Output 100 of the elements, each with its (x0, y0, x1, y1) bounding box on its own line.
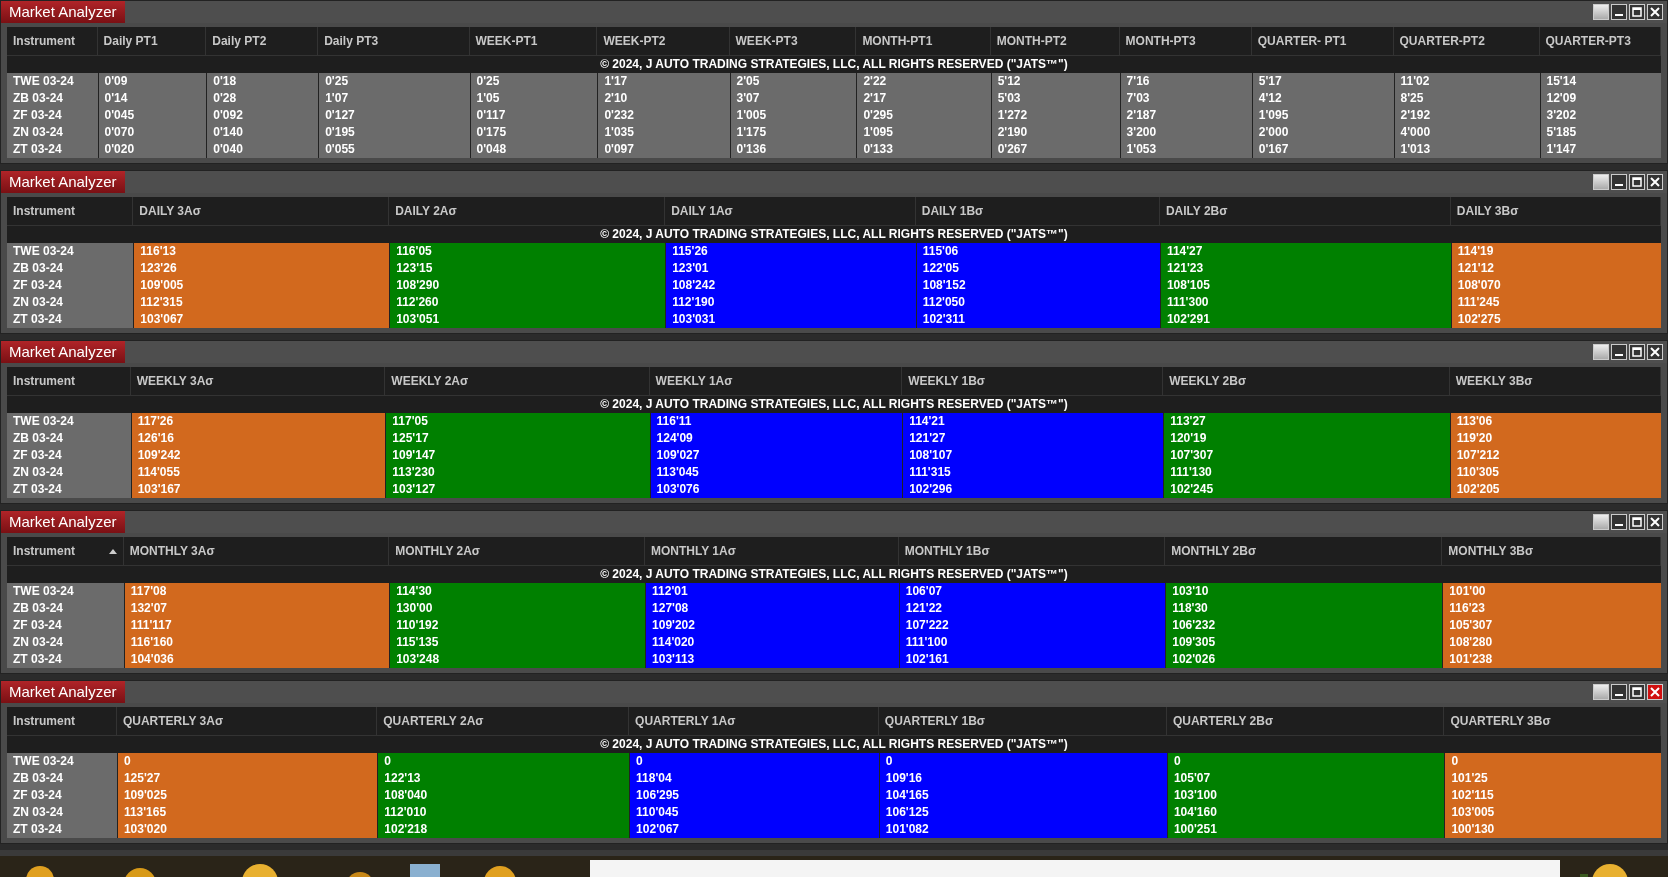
table-cell: 0'045 (97, 107, 207, 124)
table-cell: 108'040 (377, 787, 630, 804)
table-cell: 121'12 (1450, 260, 1661, 277)
table-cell: 108'107 (902, 447, 1164, 464)
table-cell: 0'070 (97, 124, 207, 141)
column-header[interactable]: Instrument (7, 367, 131, 396)
table-cell: 122'13 (377, 770, 630, 787)
column-header[interactable]: DAILY 2Aσ (389, 197, 666, 226)
column-header[interactable]: MONTHLY 1Bσ (898, 537, 1166, 566)
column-header[interactable]: MONTHLY 3Aσ (123, 537, 390, 566)
table-cell: 116'160 (123, 634, 390, 651)
column-header[interactable]: QUARTERLY 3Aσ (116, 707, 378, 736)
minimize-icon (1615, 14, 1623, 16)
instrument-cell: ZN 03-24 (7, 464, 131, 481)
column-header[interactable]: QUARTER-PT3 (1539, 27, 1661, 56)
table-cell: 114'21 (902, 413, 1164, 430)
table-cell: 3'07 (729, 90, 857, 107)
column-header[interactable]: QUARTER-PT2 (1393, 27, 1540, 56)
table-cell: 103'051 (389, 311, 666, 328)
column-header[interactable]: MONTH-PT3 (1119, 27, 1252, 56)
minimize-button[interactable] (1611, 684, 1627, 700)
table-cell: 0'14 (97, 90, 207, 107)
column-header[interactable]: DAILY 3Bσ (1450, 197, 1661, 226)
maximize-icon (1631, 176, 1643, 188)
table-cell: 102'205 (1449, 481, 1661, 498)
table-cell: 102'067 (629, 821, 879, 838)
maximize-button[interactable] (1629, 684, 1645, 700)
column-header[interactable]: QUARTERLY 3Bσ (1444, 707, 1661, 736)
column-header[interactable]: MONTHLY 2Bσ (1165, 537, 1443, 566)
column-header[interactable]: Instrument (7, 197, 134, 226)
column-header[interactable]: WEEKLY 2Bσ (1163, 367, 1450, 396)
column-header[interactable]: MONTHLY 3Bσ (1442, 537, 1661, 566)
maximize-button[interactable] (1629, 174, 1645, 190)
table-cell: 111'130 (1163, 464, 1450, 481)
column-header[interactable]: QUARTERLY 2Bσ (1166, 707, 1445, 736)
table-cell: 108'290 (389, 277, 666, 294)
column-header[interactable]: WEEK-PT1 (469, 27, 598, 56)
table-cell: 5'03 (990, 90, 1120, 107)
column-header[interactable]: WEEK-PT2 (597, 27, 730, 56)
minimize-button[interactable] (1611, 344, 1627, 360)
table-cell: 0 (1444, 753, 1661, 770)
table-cell: 103'167 (130, 481, 386, 498)
column-header[interactable]: QUARTERLY 1Aσ (629, 707, 879, 736)
table-cell: 1'07 (318, 90, 470, 107)
close-button[interactable] (1647, 344, 1663, 360)
table-cell: 101'25 (1444, 770, 1661, 787)
close-button[interactable] (1647, 4, 1663, 20)
column-header[interactable]: MONTH-PT1 (856, 27, 991, 56)
column-header[interactable]: MONTHLY 1Aσ (645, 537, 899, 566)
table-cell: 104'160 (1166, 804, 1445, 821)
maximize-icon (1631, 346, 1643, 358)
instrument-cell: ZN 03-24 (7, 634, 124, 651)
minimize-button[interactable] (1611, 174, 1627, 190)
column-header[interactable]: QUARTERLY 1Bσ (878, 707, 1167, 736)
column-header[interactable]: DAILY 1Bσ (915, 197, 1160, 226)
column-header[interactable]: WEEKLY 3Aσ (130, 367, 386, 396)
column-header[interactable]: DAILY 3Aσ (133, 197, 390, 226)
column-header[interactable]: Daily PT3 (318, 27, 470, 56)
instrument-cell: ZF 03-24 (7, 447, 131, 464)
column-header[interactable]: MONTH-PT2 (990, 27, 1120, 56)
table-cell: 0'127 (318, 107, 470, 124)
column-header[interactable]: WEEKLY 1Aσ (649, 367, 903, 396)
column-header[interactable]: QUARTER- PT1 (1251, 27, 1394, 56)
column-header[interactable]: WEEKLY 2Aσ (385, 367, 650, 396)
column-header[interactable]: WEEKLY 3Bσ (1449, 367, 1661, 396)
column-header[interactable]: MONTHLY 2Aσ (389, 537, 646, 566)
column-header[interactable]: DAILY 2Bσ (1159, 197, 1451, 226)
maximize-button[interactable] (1629, 344, 1645, 360)
close-icon (1649, 516, 1661, 528)
table-cell: 2'17 (856, 90, 991, 107)
table-cell: 102'026 (1165, 651, 1443, 668)
column-header[interactable]: Daily PT1 (97, 27, 207, 56)
column-header[interactable]: QUARTERLY 2Aσ (377, 707, 630, 736)
close-button[interactable] (1647, 174, 1663, 190)
maximize-button[interactable] (1629, 514, 1645, 530)
table-cell: 107'222 (898, 617, 1166, 634)
close-button[interactable] (1647, 684, 1663, 700)
table-cell: 102'161 (898, 651, 1166, 668)
table-cell: 113'165 (116, 804, 378, 821)
table-cell: 119'20 (1449, 430, 1661, 447)
column-header[interactable]: Daily PT2 (206, 27, 319, 56)
column-header[interactable]: WEEKLY 1Bσ (902, 367, 1164, 396)
table-cell: 1'053 (1119, 141, 1252, 158)
column-header[interactable]: Instrument (7, 27, 98, 56)
table-cell: 113'27 (1163, 413, 1450, 430)
close-button[interactable] (1647, 514, 1663, 530)
column-header[interactable]: WEEK-PT3 (729, 27, 857, 56)
table-cell: 2'10 (597, 90, 730, 107)
table-cell: 2'190 (990, 124, 1120, 141)
table-cell: 106'232 (1165, 617, 1443, 634)
column-header[interactable]: Instrument (7, 537, 124, 566)
table-cell: 109'202 (645, 617, 899, 634)
maximize-icon (1631, 686, 1643, 698)
table-cell: 114'19 (1450, 243, 1661, 260)
minimize-button[interactable] (1611, 4, 1627, 20)
column-header[interactable]: Instrument (7, 707, 117, 736)
column-header[interactable]: DAILY 1Aσ (665, 197, 916, 226)
minimize-button[interactable] (1611, 514, 1627, 530)
table-cell: 102'275 (1450, 311, 1661, 328)
maximize-button[interactable] (1629, 4, 1645, 20)
